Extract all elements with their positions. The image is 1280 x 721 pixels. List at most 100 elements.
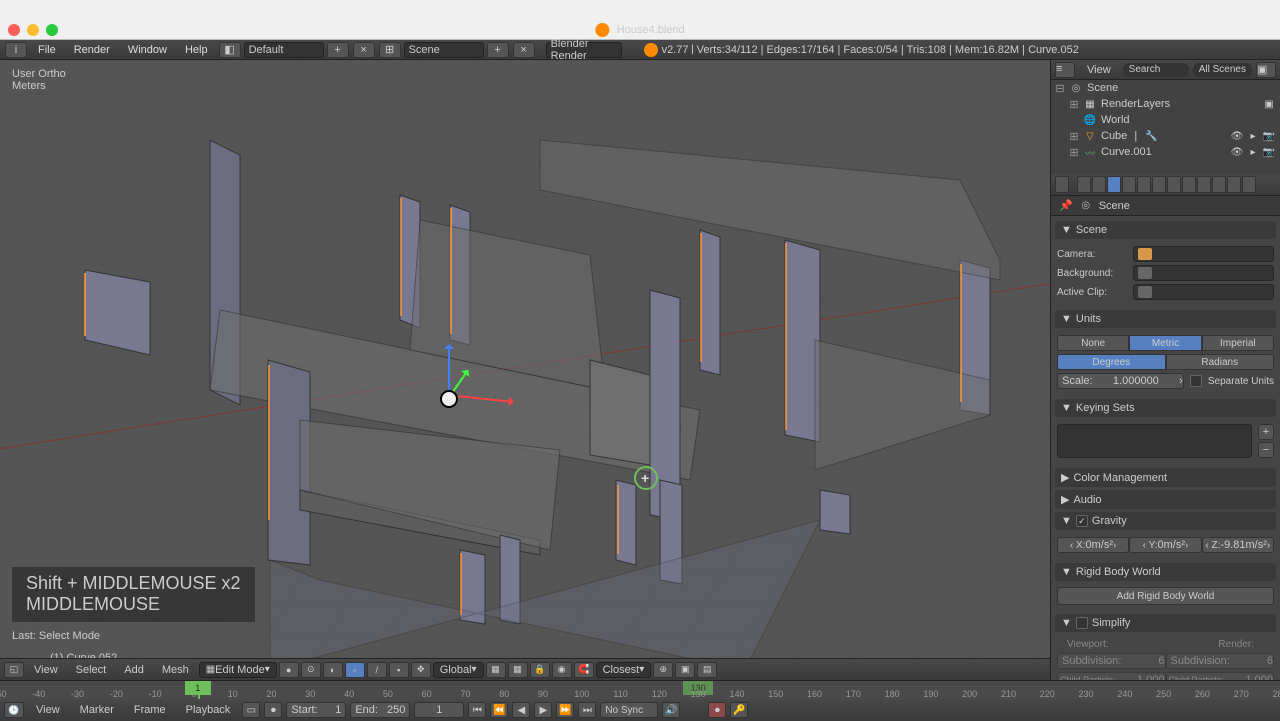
simplify-checkbox[interactable] bbox=[1076, 617, 1088, 629]
menu-render[interactable]: Render bbox=[66, 42, 118, 58]
keyframe-prev-icon[interactable]: ⏪ bbox=[490, 702, 508, 718]
prop-edit-icon[interactable]: ◉ bbox=[552, 662, 572, 678]
panel-scene-header[interactable]: ▼ Scene bbox=[1055, 221, 1276, 239]
gizmo-z-axis[interactable] bbox=[448, 345, 450, 390]
editor-type-icon[interactable] bbox=[1055, 176, 1069, 193]
viewport-menu-view[interactable]: View bbox=[26, 662, 66, 678]
start-frame-field[interactable]: Start: 1 bbox=[286, 702, 346, 718]
scene-del-icon[interactable]: × bbox=[513, 42, 535, 58]
tab-render[interactable] bbox=[1077, 176, 1091, 193]
vertex-select-icon[interactable]: ▫ bbox=[345, 662, 365, 678]
tab-particles[interactable] bbox=[1227, 176, 1241, 193]
outliner-search-input[interactable]: Search bbox=[1123, 63, 1189, 77]
gizmo-center[interactable] bbox=[440, 390, 458, 408]
jump-start-icon[interactable]: ⏮ bbox=[468, 702, 486, 718]
current-frame-field[interactable]: 1 bbox=[414, 702, 464, 718]
end-frame-field[interactable]: End: 250 bbox=[350, 702, 410, 718]
layout-prev-icon[interactable]: ◧ bbox=[219, 42, 241, 58]
timeline-menu-playback[interactable]: Playback bbox=[178, 702, 239, 718]
subdivision-viewport-field[interactable]: Subdivision:6 bbox=[1057, 653, 1166, 669]
outliner-filter[interactable]: All Scenes bbox=[1193, 63, 1252, 77]
outliner-tree[interactable]: ⊟◎Scene ⊞▦RenderLayers▣ 🌐World ⊞▽Cube | … bbox=[1051, 80, 1280, 174]
timeline-menu-frame[interactable]: Frame bbox=[126, 702, 174, 718]
field-background[interactable] bbox=[1133, 265, 1274, 281]
menu-help[interactable]: Help bbox=[177, 42, 216, 58]
close-window-button[interactable] bbox=[8, 24, 20, 36]
keyframe-next-icon[interactable]: ⏩ bbox=[556, 702, 574, 718]
unit-none-button[interactable]: None bbox=[1057, 335, 1129, 351]
viewport-menu-select[interactable]: Select bbox=[68, 662, 115, 678]
audio-scrub-icon[interactable]: 🔊 bbox=[662, 702, 680, 718]
panel-colormgmt-header[interactable]: ▶ Color Management bbox=[1055, 468, 1276, 487]
keying-add-button[interactable]: + bbox=[1258, 424, 1274, 440]
properties-body[interactable]: ▼ Scene Camera: Background: Active Clip:… bbox=[1051, 216, 1280, 680]
scene-add-icon[interactable]: + bbox=[487, 42, 509, 58]
minimize-window-button[interactable] bbox=[27, 24, 39, 36]
3d-viewport[interactable]: User Ortho Meters bbox=[0, 60, 1050, 680]
childpart-render-field[interactable]: Child Particle:1.000 bbox=[1166, 672, 1275, 680]
panel-gravity-header[interactable]: ▼ Gravity bbox=[1055, 512, 1276, 530]
tab-texture[interactable] bbox=[1212, 176, 1226, 193]
eye-icon[interactable]: 👁 bbox=[1230, 129, 1244, 143]
outliner-view-menu[interactable]: View bbox=[1079, 62, 1119, 78]
panel-keying-header[interactable]: ▼ Keying Sets bbox=[1055, 399, 1276, 417]
tab-material[interactable] bbox=[1197, 176, 1211, 193]
eye-icon[interactable]: 👁 bbox=[1230, 145, 1244, 159]
tab-modifiers[interactable] bbox=[1167, 176, 1181, 193]
editor-type-icon[interactable]: i bbox=[5, 42, 27, 58]
tree-curve[interactable]: Curve.001 bbox=[1101, 146, 1152, 158]
jump-end-icon[interactable]: ⏭ bbox=[578, 702, 596, 718]
mode-selector[interactable]: ▦ Edit Mode ▾ bbox=[199, 662, 277, 678]
menu-file[interactable]: File bbox=[30, 42, 64, 58]
sync-mode-selector[interactable]: No Sync bbox=[600, 702, 658, 718]
tree-scene[interactable]: Scene bbox=[1087, 82, 1118, 94]
timeline-editor-icon[interactable]: 🕒 bbox=[4, 702, 24, 718]
manipulator-icon[interactable]: ✥ bbox=[411, 662, 431, 678]
unit-imperial-button[interactable]: Imperial bbox=[1202, 335, 1274, 351]
panel-rigidbody-header[interactable]: ▼ Rigid Body World bbox=[1055, 563, 1276, 581]
field-activeclip[interactable] bbox=[1133, 284, 1274, 300]
layers2-icon[interactable]: ▦ bbox=[508, 662, 528, 678]
angle-radians-button[interactable]: Radians bbox=[1166, 354, 1275, 370]
tab-renderlayers[interactable] bbox=[1092, 176, 1106, 193]
timeline-ruler[interactable]: 1 130 -50-40-30-20-100102030405060708090… bbox=[0, 681, 1280, 699]
unit-metric-button[interactable]: Metric bbox=[1129, 335, 1201, 351]
autokey-record-icon[interactable]: ⏺ bbox=[708, 702, 726, 718]
shading-solid-icon[interactable]: ● bbox=[279, 662, 299, 678]
keying-remove-button[interactable]: − bbox=[1258, 442, 1274, 458]
cursor-icon[interactable]: ▸ bbox=[1246, 145, 1260, 159]
menu-window[interactable]: Window bbox=[120, 42, 175, 58]
layout-add-icon[interactable]: + bbox=[327, 42, 349, 58]
cursor-icon[interactable]: ▸ bbox=[1246, 129, 1260, 143]
limit-sel-icon[interactable]: ◐ bbox=[323, 662, 343, 678]
subdivision-render-field[interactable]: Subdivision:6 bbox=[1166, 653, 1275, 669]
viewport-menu-mesh[interactable]: Mesh bbox=[154, 662, 197, 678]
childpart-viewport-field[interactable]: Child Particle:1.000 bbox=[1057, 672, 1166, 680]
panel-units-header[interactable]: ▼ Units bbox=[1055, 310, 1276, 328]
tab-world[interactable] bbox=[1122, 176, 1136, 193]
render-icon[interactable]: ▣ bbox=[675, 662, 695, 678]
gravity-x-field[interactable]: ‹ X: 0m/s² › bbox=[1057, 537, 1129, 553]
play-icon[interactable]: ▶ bbox=[534, 702, 552, 718]
panel-simplify-header[interactable]: ▼ Simplify bbox=[1055, 614, 1276, 632]
scene-browse-icon[interactable]: ⊞ bbox=[379, 42, 401, 58]
unit-scale-field[interactable]: Scale:1.000000› bbox=[1057, 373, 1184, 389]
tab-constraints[interactable] bbox=[1152, 176, 1166, 193]
restrict-icon[interactable]: ▣ bbox=[1262, 97, 1276, 111]
playhead-flag[interactable]: 1 bbox=[185, 681, 211, 695]
face-select-icon[interactable]: ▪ bbox=[389, 662, 409, 678]
editor-type-icon[interactable]: ◱ bbox=[4, 662, 24, 678]
layers-icon[interactable]: ▦ bbox=[486, 662, 506, 678]
range-icon[interactable]: ▭ bbox=[242, 702, 260, 718]
add-rigidbody-button[interactable]: Add Rigid Body World bbox=[1057, 587, 1274, 605]
pin-icon[interactable]: 📌 bbox=[1059, 199, 1073, 212]
panel-audio-header[interactable]: ▶ Audio bbox=[1055, 490, 1276, 509]
tree-world[interactable]: World bbox=[1101, 114, 1130, 126]
viewport-menu-add[interactable]: Add bbox=[116, 662, 152, 678]
keying-sets-list[interactable] bbox=[1057, 424, 1252, 458]
render-icon[interactable]: 📷 bbox=[1262, 129, 1276, 143]
render-anim-icon[interactable]: ▤ bbox=[697, 662, 717, 678]
play-reverse-icon[interactable]: ◀ bbox=[512, 702, 530, 718]
layout-del-icon[interactable]: × bbox=[353, 42, 375, 58]
tree-cube[interactable]: Cube bbox=[1101, 130, 1127, 142]
